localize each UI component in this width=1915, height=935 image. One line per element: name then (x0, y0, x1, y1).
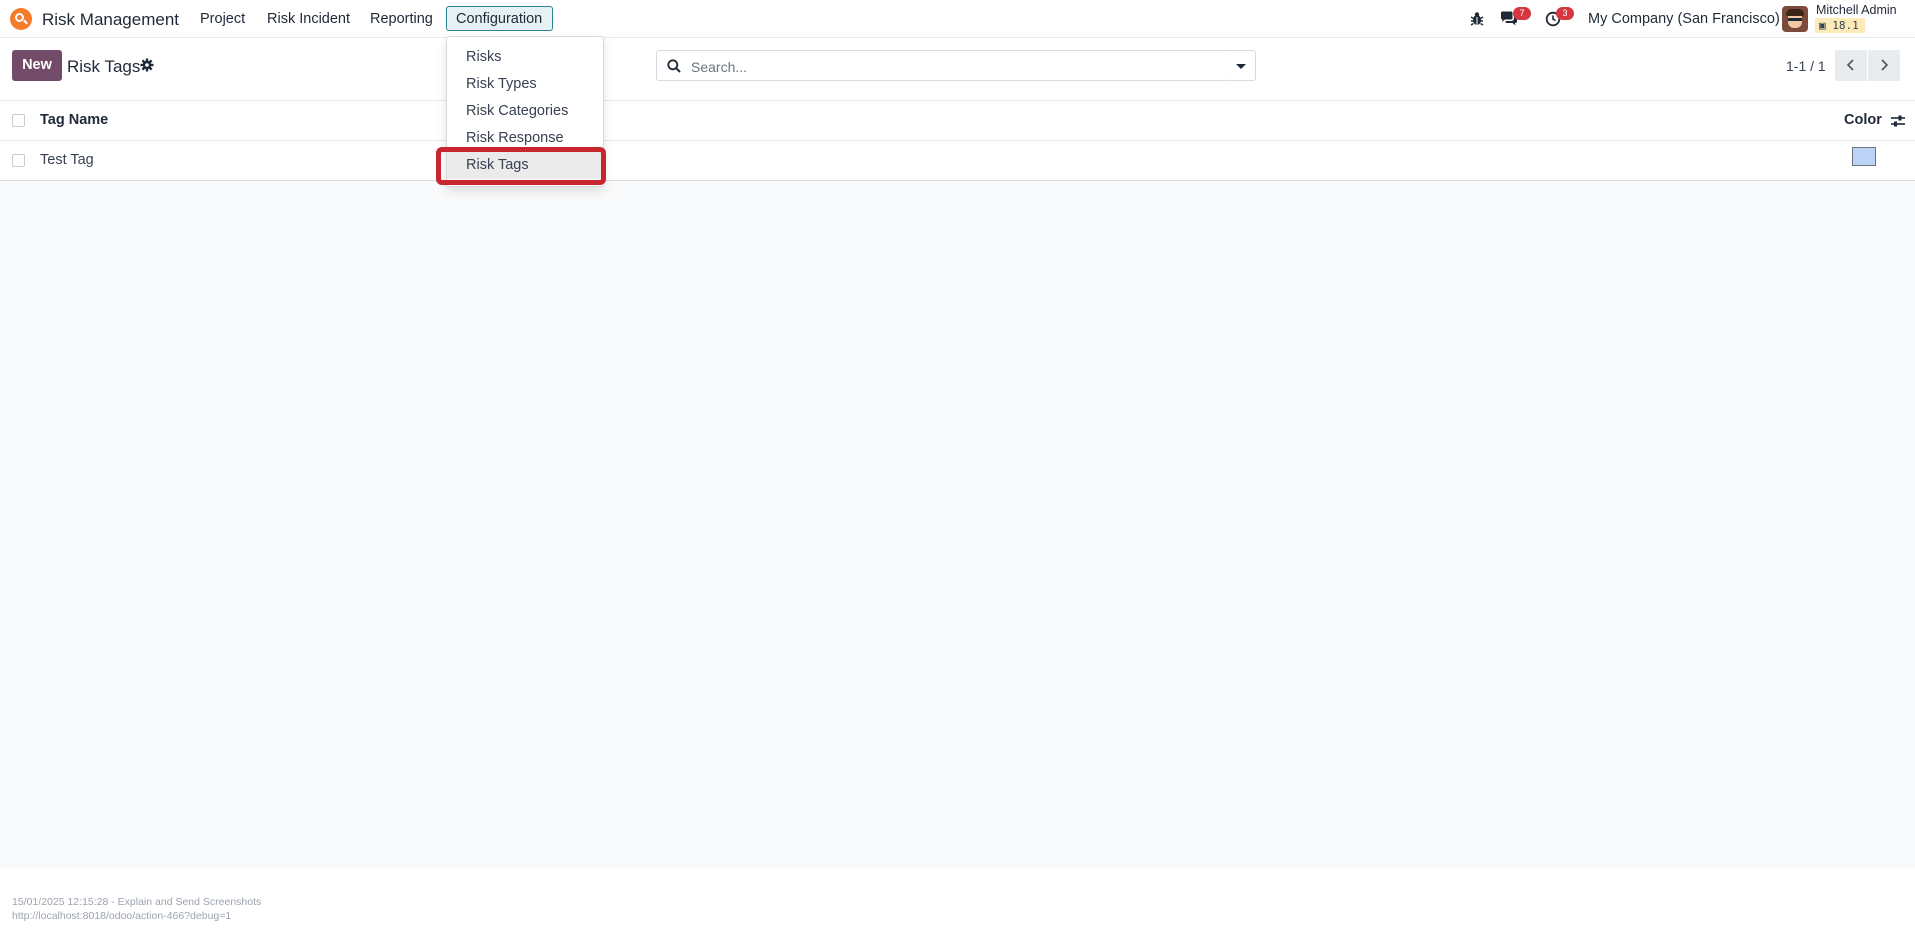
search-bar[interactable] (656, 50, 1227, 81)
control-panel: New Risk Tags 1-1 / 1 (0, 38, 1915, 100)
list-header: Tag Name Color (0, 101, 1915, 141)
cell-tag-name[interactable]: Test Tag (40, 152, 94, 168)
dropdown-item-risk-categories[interactable]: Risk Categories (447, 98, 603, 125)
row-checkbox[interactable] (12, 154, 25, 167)
footer-url-text: http://localhost:8018/odoo/action-466?de… (12, 910, 232, 922)
select-all-checkbox[interactable] (12, 114, 25, 127)
dropdown-item-risks[interactable]: Risks (447, 44, 603, 71)
pager-previous-button[interactable] (1835, 50, 1867, 81)
menu-project[interactable]: Project (200, 11, 245, 27)
menu-risk-incident[interactable]: Risk Incident (267, 11, 350, 27)
user-avatar[interactable] (1782, 6, 1808, 32)
search-options-toggle[interactable] (1226, 50, 1256, 81)
table-row[interactable]: Test Tag (0, 141, 1915, 181)
optional-columns-toggle-icon[interactable] (1890, 113, 1906, 129)
footer-timestamp-text: 15/01/2025 12:15:28 - Explain and Send S… (12, 896, 262, 908)
cell-color-swatch[interactable] (1852, 147, 1876, 166)
column-header-color[interactable]: Color (1844, 112, 1882, 128)
menu-configuration[interactable]: Configuration (446, 6, 553, 31)
database-icon: ▣ (1819, 19, 1826, 32)
page-title: Risk Tags (67, 57, 141, 76)
new-button[interactable]: New (12, 50, 62, 81)
activities-count-badge: 3 (1556, 7, 1574, 20)
highlight-annotation-box (436, 147, 606, 185)
db-version-badge: ▣ 18.1 (1815, 18, 1865, 33)
gear-icon[interactable] (140, 58, 154, 72)
list-view: Tag Name Color Test Tag (0, 100, 1915, 868)
app-logo-icon[interactable] (10, 8, 32, 30)
company-switcher[interactable]: My Company (San Francisco) (1588, 11, 1780, 27)
debug-bug-icon[interactable] (1469, 11, 1485, 27)
messages-count-badge: 7 (1513, 7, 1531, 20)
db-version-text: 18.1 (1832, 19, 1859, 32)
chevron-right-icon (1881, 59, 1889, 71)
top-navbar: Risk Management Project Risk Incident Re… (0, 0, 1915, 38)
search-input[interactable] (689, 52, 1193, 81)
chevron-left-icon (1846, 59, 1854, 71)
menu-reporting[interactable]: Reporting (370, 11, 433, 27)
column-header-tag-name[interactable]: Tag Name (40, 112, 108, 128)
pager-next-button[interactable] (1868, 50, 1900, 81)
dropdown-item-risk-types[interactable]: Risk Types (447, 71, 603, 98)
app-name[interactable]: Risk Management (42, 10, 179, 30)
user-name[interactable]: Mitchell Admin (1816, 3, 1897, 17)
search-icon (667, 59, 681, 73)
pager-value[interactable]: 1-1 / 1 (1786, 58, 1826, 74)
